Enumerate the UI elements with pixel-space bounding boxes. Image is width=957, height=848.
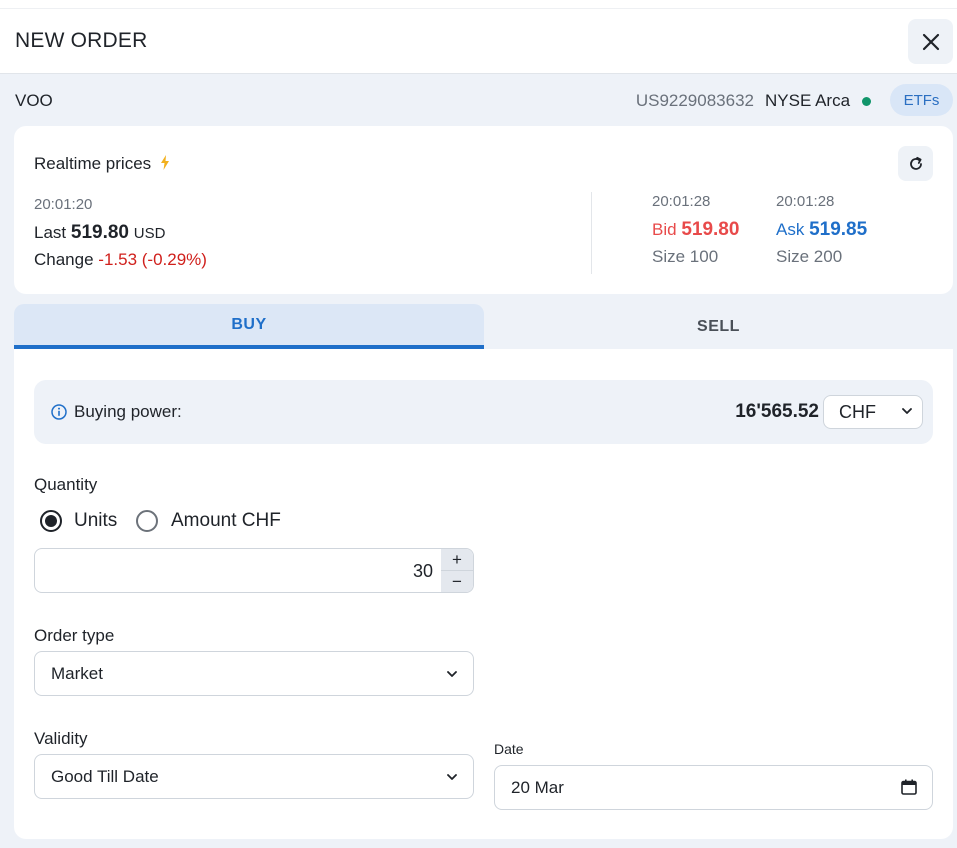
instrument-isin: US9229083632: [635, 91, 754, 110]
chevron-down-icon: [447, 671, 457, 677]
instrument-symbol: VOO: [15, 91, 53, 110]
last-price: Last 519.80 USD: [34, 222, 165, 244]
info-icon: [51, 404, 67, 420]
market-status-dot-icon: [862, 97, 871, 106]
price-change-label: Change: [34, 250, 94, 269]
close-button[interactable]: [908, 19, 953, 64]
instrument-exchange: NYSE Arca: [765, 91, 851, 110]
order-type-label: Order type: [34, 626, 115, 645]
buying-power-label: Buying power:: [74, 402, 182, 421]
chevron-down-icon: [447, 774, 457, 780]
quantity-value: 30: [412, 561, 433, 581]
ask-label: Ask: [776, 220, 805, 239]
ask-value: 519.85: [809, 219, 868, 240]
price-change-value: -1.53 (-0.29%): [98, 250, 207, 269]
bid-price: Bid 519.80: [652, 219, 739, 241]
currency-select[interactable]: CHF: [823, 395, 923, 429]
increment-button[interactable]: +: [441, 549, 473, 571]
amount-radio[interactable]: [136, 510, 158, 532]
tab-sell[interactable]: SELL: [484, 304, 953, 349]
last-price-value: 519.80: [70, 222, 129, 243]
bid-timestamp: 20:01:28: [652, 193, 711, 210]
realtime-prices-card: Realtime prices 20:01:20 Last 519.80 USD…: [14, 126, 953, 294]
asset-class-badge[interactable]: ETFs: [890, 84, 953, 116]
amount-radio-label[interactable]: Amount CHF: [171, 510, 281, 532]
refresh-icon: [909, 156, 922, 170]
close-icon: [922, 33, 939, 50]
ask-price: Ask 519.85: [776, 219, 867, 241]
decrement-button[interactable]: −: [441, 571, 473, 592]
bid-label: Bid: [652, 220, 677, 239]
last-timestamp: 20:01:20: [34, 196, 93, 213]
last-price-label: Last: [34, 223, 67, 242]
quantity-input[interactable]: 30 + −: [34, 548, 474, 593]
calendar-icon[interactable]: [900, 778, 918, 796]
dialog-header: NEW ORDER: [0, 8, 957, 74]
bid-size: Size 100: [652, 247, 719, 266]
page-title: NEW ORDER: [15, 29, 148, 52]
units-radio[interactable]: [40, 510, 62, 532]
order-type-value: Market: [51, 664, 103, 683]
chevron-down-icon: [902, 408, 912, 414]
tab-buy[interactable]: BUY: [14, 304, 484, 349]
buying-power-value: 16'565.52: [735, 401, 819, 422]
instrument-bar: VOO US9229083632 NYSE Arca ETFs: [0, 74, 957, 126]
date-input[interactable]: 20 Mar: [494, 765, 933, 810]
lightning-icon: [161, 155, 169, 170]
bid-value: 519.80: [681, 219, 740, 240]
date-label: Date: [494, 741, 524, 757]
ask-timestamp: 20:01:28: [776, 193, 835, 210]
price-change: Change -1.53 (-0.29%): [34, 250, 207, 270]
validity-select[interactable]: Good Till Date: [34, 754, 474, 799]
ask-size: Size 200: [776, 247, 843, 266]
units-radio-label[interactable]: Units: [74, 510, 117, 532]
refresh-button[interactable]: [898, 146, 933, 181]
last-price-currency: USD: [133, 225, 166, 242]
order-type-select[interactable]: Market: [34, 651, 474, 696]
buying-power-panel: Buying power: 16'565.52 CHF: [34, 380, 933, 444]
quantity-label: Quantity: [34, 475, 98, 494]
divider: [591, 192, 592, 274]
currency-select-value: CHF: [839, 402, 876, 422]
validity-label: Validity: [34, 729, 88, 748]
realtime-prices-title: Realtime prices: [34, 154, 152, 173]
new-order-dialog: NEW ORDER VOO US9229083632 NYSE Arca ETF…: [0, 0, 957, 848]
quantity-stepper: + −: [441, 549, 473, 592]
date-value: 20 Mar: [511, 778, 564, 797]
order-form: Buying power: 16'565.52 CHF Quantity Uni…: [14, 349, 953, 839]
validity-value: Good Till Date: [51, 767, 159, 786]
